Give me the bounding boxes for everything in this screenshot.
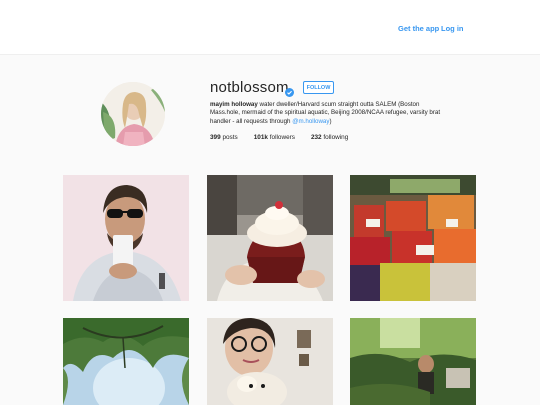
post-thumbnail[interactable] [207,318,333,405]
profile-stats: 399 posts 101k followers 232 following [210,134,364,141]
posts-count: 399 [210,134,221,141]
following-stat[interactable]: 232 following [311,134,348,141]
post-thumbnail[interactable] [63,318,189,405]
login-link[interactable]: Log in [441,24,464,33]
followers-count: 101k [253,134,268,141]
post-thumbnail[interactable] [63,175,189,301]
bio-end: ) [329,117,332,125]
profile-full-name: mayim holloway [210,101,258,108]
get-the-app-link[interactable]: Get the app [398,24,439,33]
profile-bio: mayim holloway water dweller/Harvard scu… [210,101,450,126]
post-thumbnail[interactable] [350,318,476,405]
follow-button[interactable]: FOLLOW [303,81,334,94]
posts-label: posts [222,134,238,141]
posts-stat: 399 posts [210,134,238,141]
followers-stat[interactable]: 101k followers [254,134,295,141]
top-navigation-bar: Get the app Log in [0,0,540,55]
profile-avatar[interactable] [101,82,165,146]
post-thumbnail[interactable] [350,175,476,301]
followers-label: followers [269,134,295,141]
following-count: 232 [310,134,322,141]
bio-mention-link[interactable]: @m.holloway [292,118,329,125]
following-label: following [323,134,349,141]
profile-username: notblossom [210,79,289,96]
verified-badge-icon [285,84,294,97]
post-thumbnail[interactable] [207,175,333,301]
